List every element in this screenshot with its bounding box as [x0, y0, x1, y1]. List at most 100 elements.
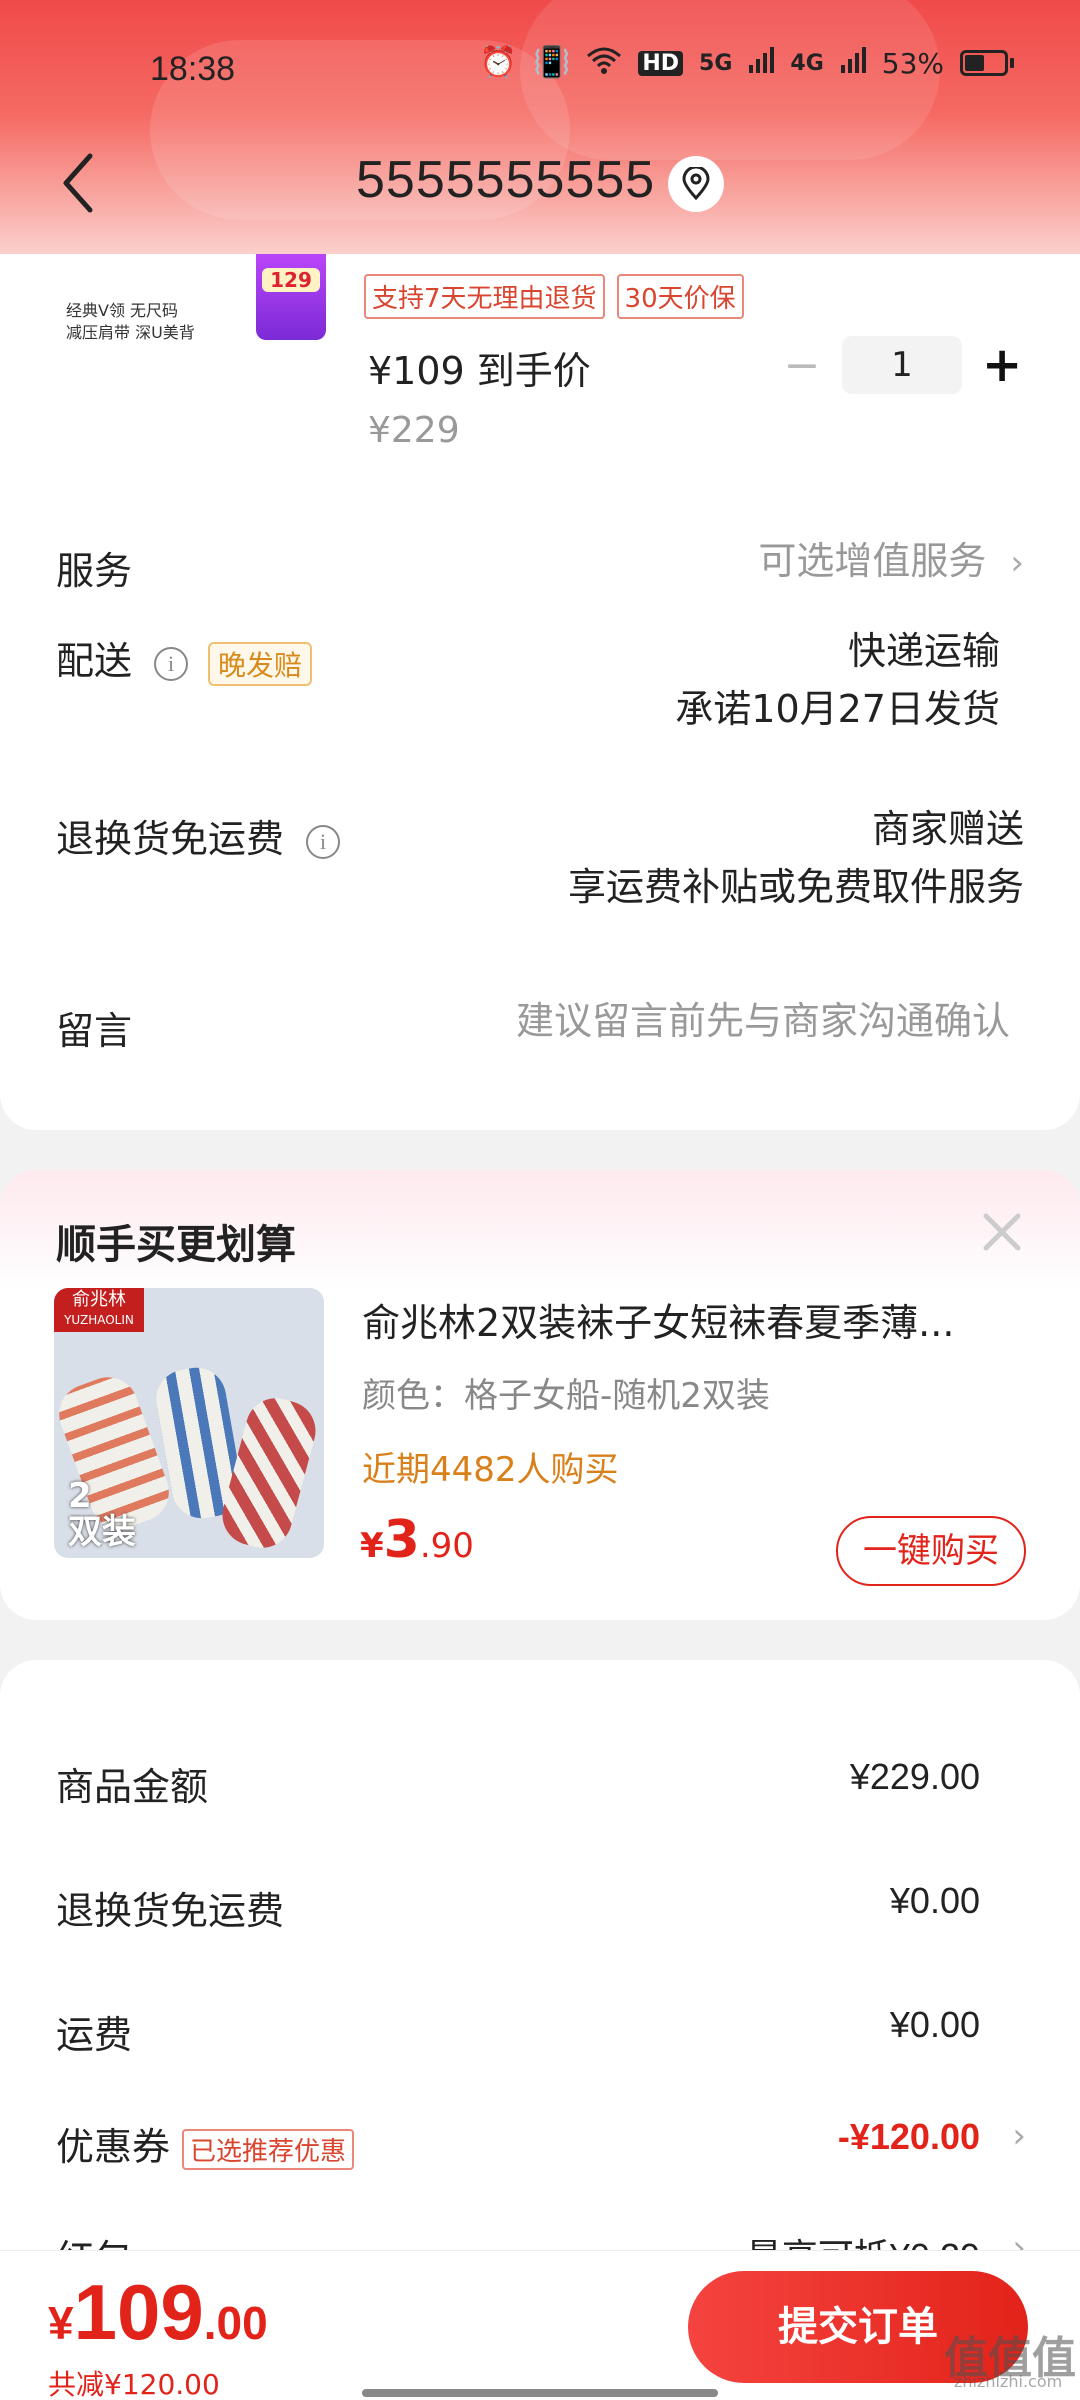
service-row[interactable]: 服务 可选增值服务 ›	[56, 539, 1024, 600]
location-pin-icon	[682, 167, 710, 201]
return-value-1: 商家赠送	[871, 807, 1024, 851]
late-compensation-tag: 晚发赔	[208, 641, 313, 686]
pack-text: 双装	[68, 1512, 136, 1552]
upsell-product-image[interactable]: 俞兆林 YUZHAOLIN 2 双装	[54, 1288, 324, 1558]
shipping-fee-value: ¥0.00	[889, 2004, 980, 2045]
product-tags: 支持7天无理由退货 30天价保	[364, 274, 744, 319]
info-icon[interactable]: i	[306, 824, 341, 859]
signal-bars-icon	[748, 46, 775, 80]
signal-4g-icon: 4G	[790, 50, 824, 76]
shipping-fee-label: 运费	[56, 2013, 133, 2057]
delivery-promise: 承诺10月27日发货	[675, 687, 1000, 731]
address-title[interactable]: 5555555555	[356, 150, 655, 210]
chevron-left-icon	[63, 153, 93, 213]
quantity-stepper: − 1 +	[782, 336, 1022, 394]
total-dec: .00	[203, 2297, 268, 2349]
coupon-label-group: 优惠券 已选推荐优惠	[56, 2116, 355, 2171]
signal-5g-icon: 5G	[699, 50, 733, 76]
shipping-fee-row: 运费 ¥0.00	[56, 2004, 980, 2064]
upsell-price-int: 3	[383, 1510, 420, 1570]
return-fee-value: ¥0.00	[889, 1880, 980, 1921]
header: 18:38 ⏰ 📳 HD 5G 4G 53% 5555555555	[0, 0, 1080, 254]
return-info: 商家赠送 享运费补贴或免费取件服务	[568, 800, 1024, 916]
brand-en: YUZHAOLIN	[64, 1313, 134, 1327]
pack-label: 2 双装	[68, 1478, 136, 1550]
total-discount: 共减¥120.00	[48, 2368, 220, 2400]
return-label-group: 退换货免运费 i	[56, 808, 341, 863]
checkout-screen: { "status_bar": { "time": "18:38", "netw…	[0, 0, 1080, 2400]
upsell-product-spec: 颜色：格子女船-随机2双装	[362, 1376, 770, 1416]
brand-logo: 俞兆林 YUZHAOLIN	[54, 1288, 144, 1332]
home-indicator[interactable]	[362, 2389, 718, 2397]
message-input[interactable]: 建议留言前先与商家沟通确认	[516, 992, 1010, 1050]
watermark-url: zhizhizhi.com	[954, 2372, 1063, 2391]
upsell-price-dec: .90	[419, 1526, 474, 1566]
vibrate-icon: 📳	[532, 45, 571, 80]
total-price: ¥109.00	[48, 2267, 268, 2358]
header-decoration	[520, 0, 940, 160]
chevron-right-icon: ›	[1010, 543, 1024, 583]
sock-graphic	[215, 1391, 323, 1555]
goods-amount-value: ¥229.00	[849, 1756, 980, 1797]
service-label: 服务	[56, 549, 133, 593]
chevron-right-icon: ›	[1012, 2116, 1026, 2156]
service-value: 可选增值服务 ›	[758, 532, 1024, 592]
tag-price-protect: 30天价保	[616, 274, 744, 319]
goods-amount-row: 商品金额 ¥229.00	[56, 1756, 980, 1816]
upsell-title: 顺手买更划算	[56, 1222, 296, 1268]
tag-7day-return: 支持7天无理由退货	[364, 274, 605, 319]
upsell-price: ¥3.90	[360, 1510, 474, 1570]
pack-number: 2	[68, 1476, 92, 1516]
caption-line-2: 减压肩带 深U美背	[66, 323, 195, 342]
one-click-buy-button[interactable]: 一键购买	[836, 1516, 1026, 1586]
order-details-card: 经典V领 无尺码 减压肩带 深U美背 129 支持7天无理由退货 30天价保 ¥…	[0, 200, 1080, 1130]
return-label: 退换货免运费	[56, 817, 285, 861]
coupon-label: 优惠券	[56, 2125, 171, 2169]
product-image-badge: 129	[256, 240, 326, 340]
battery-icon	[960, 50, 1014, 76]
brand-cn: 俞兆林	[72, 1289, 126, 1310]
delivery-info: 快递运输 承诺10月27日发货	[675, 622, 1000, 738]
delivery-label: 配送	[56, 639, 133, 683]
goods-amount-label: 商品金额	[56, 1765, 209, 1809]
delivery-method: 快递运输	[847, 629, 1000, 673]
close-icon	[983, 1213, 1021, 1251]
bottom-checkout-bar: ¥109.00 共减¥120.00 提交订单	[0, 2250, 1080, 2400]
upsell-product-name[interactable]: 俞兆林2双装袜子女短袜春夏季薄...	[362, 1292, 1012, 1347]
final-price: ¥109 到手价	[368, 349, 591, 393]
delivery-row: 配送 i 晚发赔 快递运输 承诺10月27日发货	[56, 629, 1024, 750]
upsell-recent-buyers: 近期4482人购买	[362, 1450, 619, 1490]
wifi-icon	[586, 46, 622, 80]
return-fee-label: 退换货免运费	[56, 1889, 285, 1933]
message-row[interactable]: 留言 建议留言前先与商家沟通确认	[56, 999, 1024, 1060]
return-value-2: 享运费补贴或免费取件服务	[567, 865, 1024, 909]
message-label: 留言	[56, 1009, 133, 1053]
service-value-text: 可选增值服务	[758, 539, 987, 583]
coupon-row[interactable]: 优惠券 已选推荐优惠 -¥120.00 ›	[56, 2116, 1026, 2176]
status-icons: ⏰ 📳 HD 5G 4G 53%	[480, 46, 1014, 80]
total-int: 109	[73, 2268, 204, 2356]
delivery-label-group: 配送 i 晚发赔	[56, 630, 313, 686]
increase-button[interactable]: +	[982, 337, 1022, 393]
info-icon[interactable]: i	[154, 646, 189, 681]
coupon-value: -¥120.00	[837, 2116, 980, 2157]
quantity-input[interactable]: 1	[842, 336, 962, 394]
status-time: 18:38	[150, 50, 236, 88]
location-pin-button[interactable]	[668, 156, 724, 212]
upsell-price-currency: ¥	[360, 1526, 384, 1566]
badge-price: 129	[262, 268, 320, 292]
close-button[interactable]	[978, 1208, 1026, 1256]
caption-line-1: 经典V领 无尺码	[66, 301, 179, 320]
product-image-caption: 经典V领 无尺码 减压肩带 深U美背	[66, 300, 195, 344]
signal-bars-icon	[840, 46, 866, 80]
coupon-tag: 已选推荐优惠	[182, 2129, 355, 2170]
decrease-button[interactable]: −	[782, 340, 822, 391]
alarm-icon: ⏰	[479, 45, 517, 80]
return-fee-row: 退换货免运费 ¥0.00	[56, 1880, 980, 1940]
hd-icon: HD	[638, 50, 684, 76]
total-currency: ¥	[48, 2297, 74, 2349]
battery-percent: 53%	[881, 46, 944, 80]
upsell-card: 顺手买更划算 俞兆林 YUZHAOLIN 2 双装 俞兆林2双装袜子女短袜春夏季薄.…	[0, 1170, 1080, 1620]
return-shipping-row: 退换货免运费 i 商家赠送 享运费补贴或免费取件服务	[56, 807, 1024, 928]
back-button[interactable]	[54, 148, 104, 218]
